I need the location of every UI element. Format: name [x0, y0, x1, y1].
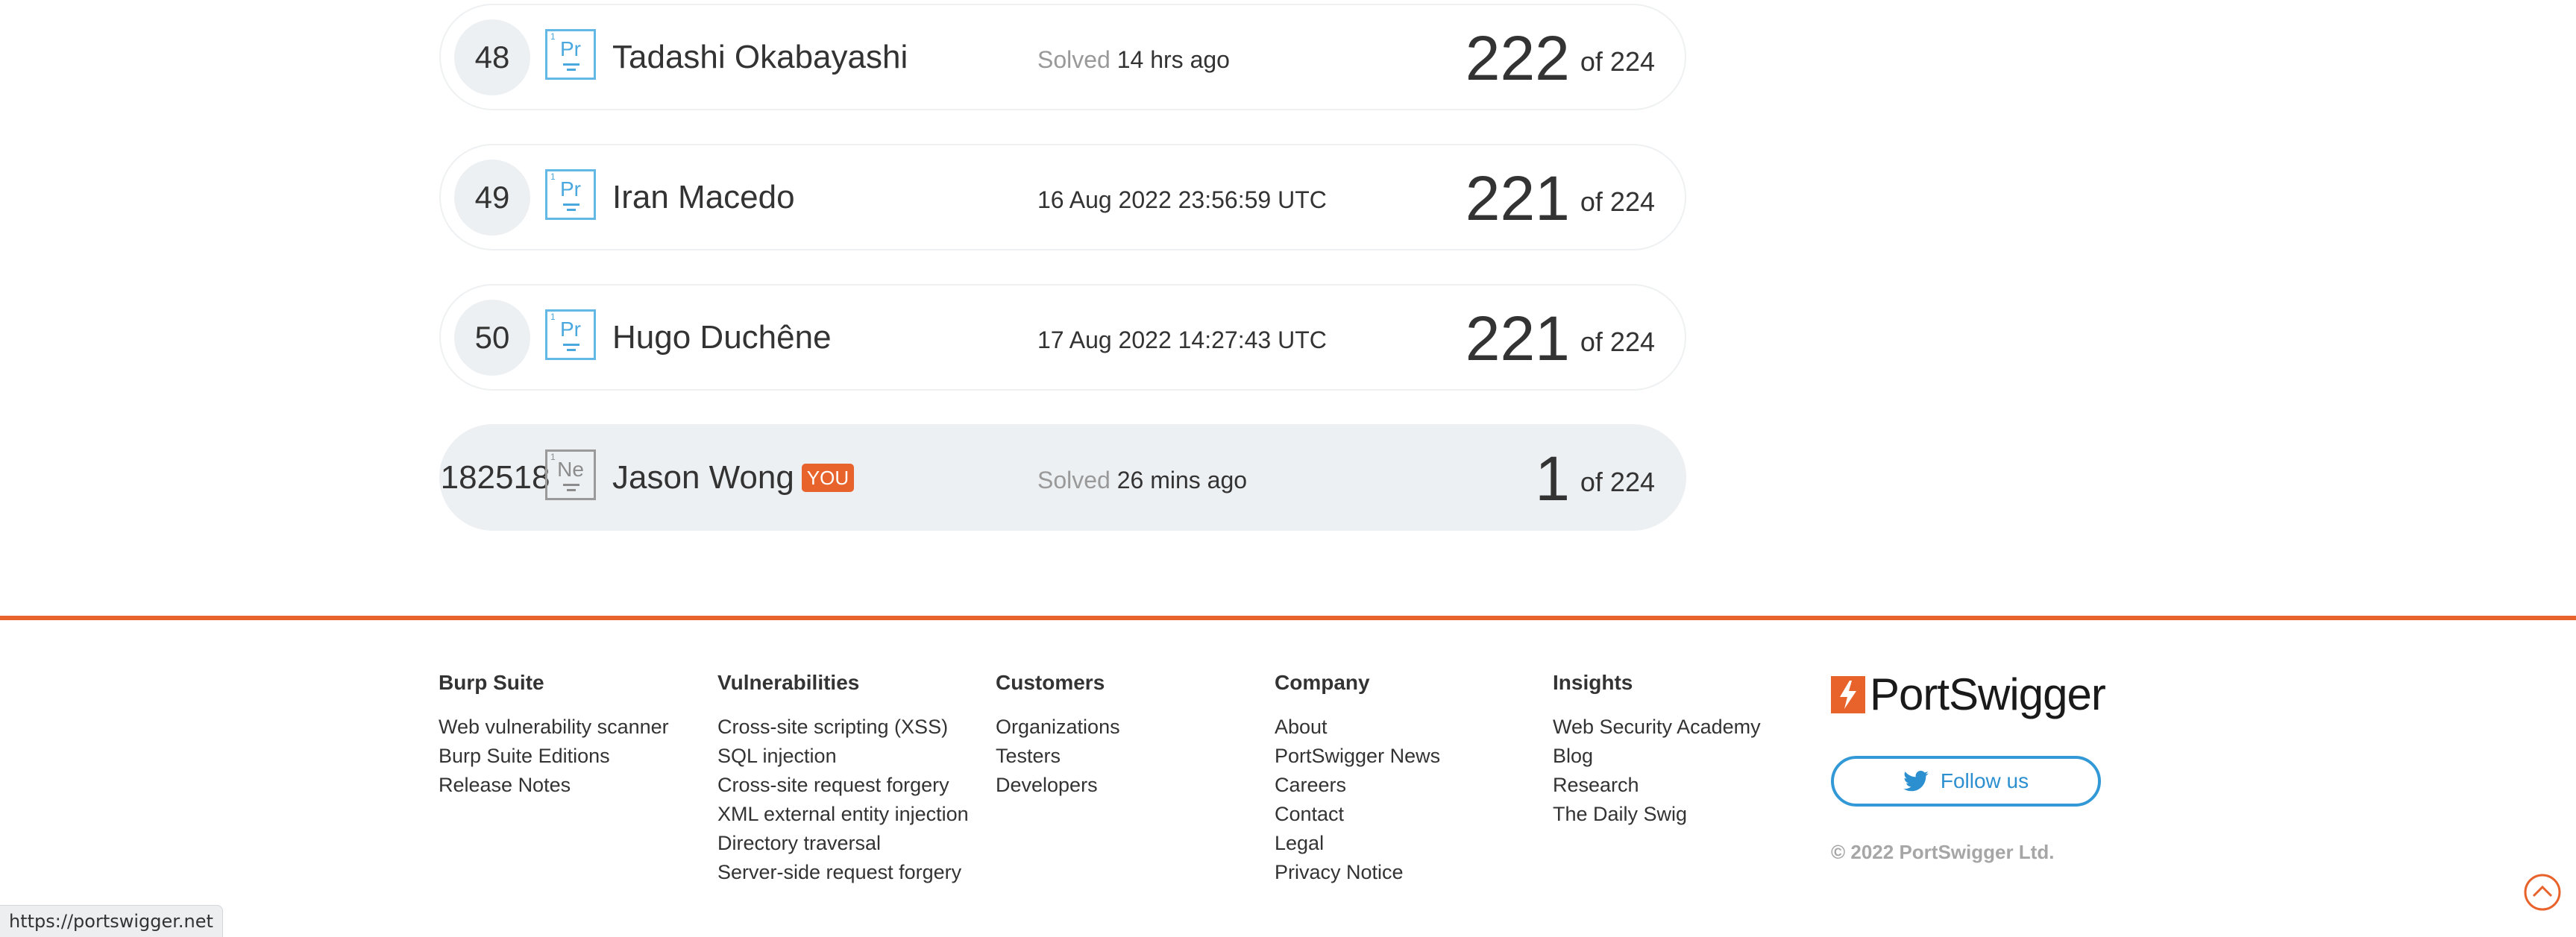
solved-time: 16 Aug 2022 23:56:59 UTC [1037, 186, 1327, 214]
copyright: © 2022 PortSwigger Ltd. [1831, 841, 2055, 863]
footer-column-customers: Customers Organizations Testers Develope… [996, 669, 1120, 800]
footer-link[interactable]: Cross-site scripting (XSS) [717, 713, 969, 742]
score-total: of 224 [1580, 46, 1655, 77]
solved-time: Solved 26 mins ago [1037, 466, 1247, 494]
leaderboard-row: 49 1 Pr Iran Macedo 16 Aug 2022 23:56:59… [439, 144, 1686, 250]
user-name[interactable]: Iran Macedo [612, 177, 795, 218]
twitter-bird-icon [1903, 771, 1929, 792]
score-total: of 224 [1580, 326, 1655, 357]
element-symbol: Pr [560, 318, 581, 341]
footer-link[interactable]: Organizations [996, 713, 1120, 742]
footer-divider [0, 616, 2576, 620]
rank-circle: 48 [454, 19, 530, 95]
leaderboard-row-current-user: 182518 1 Ne Jason Wong YOU Solved 26 mins… [439, 424, 1686, 531]
score-total: of 224 [1580, 467, 1655, 497]
element-symbol: Ne [557, 458, 584, 481]
status-bar-url: https://portswigger.net [0, 905, 223, 937]
user-name[interactable]: Jason Wong YOU [612, 457, 855, 499]
solved-value: 17 Aug 2022 14:27:43 UTC [1037, 326, 1327, 353]
footer-link[interactable]: Testers [996, 742, 1120, 771]
user-name-text[interactable]: Jason Wong [612, 459, 794, 496]
footer-link[interactable]: XML external entity injection [717, 800, 969, 829]
user-name[interactable]: Tadashi Okabayashi [612, 37, 908, 78]
you-badge: YOU [801, 464, 855, 492]
score: 221 of 224 [1466, 306, 1655, 370]
solved-value: 26 mins ago [1116, 467, 1248, 493]
follow-us-button[interactable]: Follow us [1831, 756, 2101, 807]
element-badge-icon: 1 Pr [545, 29, 596, 80]
solved-value: 14 hrs ago [1116, 46, 1230, 73]
footer-link[interactable]: Blog [1553, 742, 1761, 771]
footer-link[interactable]: SQL injection [717, 742, 969, 771]
solved-time: 17 Aug 2022 14:27:43 UTC [1037, 326, 1327, 354]
score-value: 1 [1535, 444, 1570, 514]
solved-time: Solved 14 hrs ago [1037, 45, 1230, 74]
footer-column-burp-suite: Burp Suite Web vulnerability scanner Bur… [439, 669, 669, 800]
score-value: 221 [1465, 163, 1570, 233]
solved-value: 16 Aug 2022 23:56:59 UTC [1037, 186, 1327, 213]
leaderboard-row: 50 1 Pr Hugo Duchêne 17 Aug 2022 14:27:4… [439, 284, 1686, 391]
score-value: 222 [1465, 23, 1570, 93]
element-symbol: Pr [560, 177, 581, 201]
user-name[interactable]: Hugo Duchêne [612, 317, 832, 359]
footer-link[interactable]: Server-side request forgery [717, 858, 969, 887]
footer-column-title: Burp Suite [439, 671, 544, 694]
rank-circle: 50 [454, 300, 530, 376]
footer-link[interactable]: Burp Suite Editions [439, 742, 669, 771]
footer-link[interactable]: Privacy Notice [1275, 858, 1440, 887]
footer-column-insights: Insights Web Security Academy Blog Resea… [1553, 669, 1761, 829]
rank-circle: 49 [454, 160, 530, 236]
score: 1 of 224 [1535, 447, 1655, 511]
footer-link[interactable]: Legal [1275, 829, 1440, 858]
leaderboard-row: 48 1 Pr Tadashi Okabayashi Solved 14 hrs… [439, 4, 1686, 110]
footer-link[interactable]: Web Security Academy [1553, 713, 1761, 742]
footer-column-company: Company About PortSwigger News Careers C… [1275, 669, 1440, 887]
footer-link[interactable]: Web vulnerability scanner [439, 713, 669, 742]
rank-circle: 182518 [440, 459, 550, 496]
portswigger-logo-icon [1831, 676, 1865, 713]
element-badge-icon: 1 Pr [545, 309, 596, 360]
solved-label: Solved [1037, 467, 1110, 493]
footer-link[interactable]: About [1275, 713, 1440, 742]
footer-column-title: Company [1275, 671, 1370, 694]
scroll-to-top-icon[interactable] [2523, 873, 2562, 912]
footer-link[interactable]: Cross-site request forgery [717, 771, 969, 800]
footer-column-vulnerabilities: Vulnerabilities Cross-site scripting (XS… [717, 669, 969, 887]
score-value: 221 [1465, 303, 1570, 373]
footer-link[interactable]: Directory traversal [717, 829, 969, 858]
footer-link[interactable]: Contact [1275, 800, 1440, 829]
footer-link[interactable]: Careers [1275, 771, 1440, 800]
logo-text: PortSwigger [1870, 669, 2106, 719]
element-badge-icon: 1 Ne [545, 449, 596, 500]
solved-label: Solved [1037, 46, 1110, 73]
footer-column-title: Customers [996, 671, 1105, 694]
footer-link[interactable]: The Daily Swig [1553, 800, 1761, 829]
footer-column-title: Insights [1553, 671, 1633, 694]
follow-us-label: Follow us [1940, 769, 2029, 792]
score-total: of 224 [1580, 186, 1655, 217]
footer-link[interactable]: Research [1553, 771, 1761, 800]
footer-link[interactable]: Release Notes [439, 771, 669, 800]
element-badge-icon: 1 Pr [545, 169, 596, 220]
footer-link[interactable]: PortSwigger News [1275, 742, 1440, 771]
score: 221 of 224 [1466, 166, 1655, 230]
portswigger-logo[interactable]: PortSwigger [1831, 669, 2106, 719]
score: 222 of 224 [1466, 26, 1655, 90]
footer-column-title: Vulnerabilities [717, 671, 860, 694]
footer-link[interactable]: Developers [996, 771, 1120, 800]
element-symbol: Pr [560, 37, 581, 60]
